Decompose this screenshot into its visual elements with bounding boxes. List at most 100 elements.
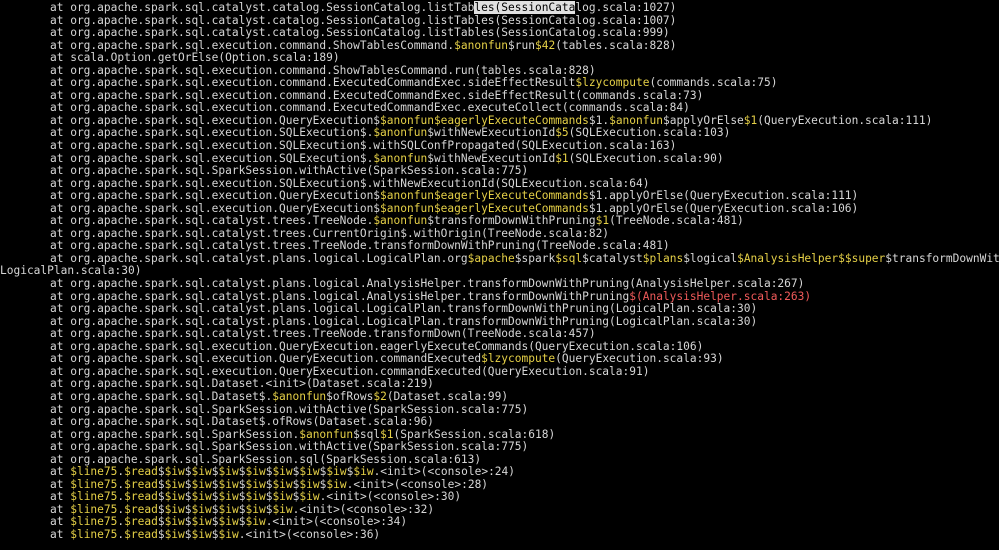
text-segment: at org.apache.spark.sql.execution.SQLExe… — [50, 176, 650, 190]
text-segment: $ — [184, 502, 192, 516]
text-segment: $1.applyOrElse(QueryExecution.scala:106) — [588, 201, 859, 215]
text-segment: $iw — [191, 502, 212, 516]
text-segment: $eagerlyExecuteCommands — [433, 113, 589, 127]
text-segment: at org.apache.spark.sql.catalyst.trees.T… — [50, 214, 374, 228]
text-segment: $iw — [218, 465, 239, 479]
text-segment: .<init>(<console>:24) — [373, 465, 516, 479]
text-segment: $ — [184, 477, 192, 491]
text-segment: $iw — [164, 502, 185, 516]
text-segment: $1. — [588, 113, 610, 127]
text-segment: (SQLExecution.scala:103) — [568, 126, 731, 140]
text-segment: $transformDownWithPruning — [427, 214, 596, 228]
text-segment: at org.apache.spark.sql.execution.QueryE… — [50, 113, 381, 127]
text-segment: $ — [184, 465, 192, 479]
text-segment: at org.apache.spark.sql.catalyst.catalog… — [50, 26, 670, 40]
text-segment: at — [50, 502, 71, 516]
text-segment: (QueryExecution.scala:93) — [555, 352, 724, 366]
text-segment: at org.apache.spark.sql.SparkSession.wit… — [50, 164, 529, 178]
text-segment: $line75 — [70, 527, 118, 541]
text-segment: at org.apache.spark.sql.execution.comman… — [50, 38, 455, 52]
text-segment: $read — [124, 527, 158, 541]
text-segment: $ — [157, 515, 165, 529]
text-segment: $1 — [743, 113, 758, 127]
text-segment: at org.apache.spark.sql.execution.QueryE… — [50, 364, 650, 378]
text-segment: $iw — [191, 477, 212, 491]
text-segment: $iw — [272, 490, 293, 504]
text-segment: $catalyst — [582, 251, 643, 265]
text-segment: $ — [211, 527, 219, 541]
text-segment: $iw — [299, 490, 320, 504]
text-segment: $1 — [380, 427, 394, 441]
text-segment: .<init>(<console>:32) — [292, 502, 435, 516]
text-segment: $anonfun — [373, 214, 428, 228]
text-segment: $iw — [191, 515, 212, 529]
text-segment: $iw — [191, 490, 212, 504]
text-segment: $iw — [245, 490, 266, 504]
text-segment: $line75 — [70, 477, 118, 491]
text-segment: $anonfun — [373, 151, 428, 165]
text-segment: at org.apache.spark.sql.execution.comman… — [50, 101, 690, 115]
text-segment: $AnalysisHelper — [737, 251, 839, 265]
terminal-output[interactable]: at org.apache.spark.sql.catalyst.catalog… — [0, 0, 999, 550]
text-segment: at org.apache.spark.sql.catalyst.catalog… — [50, 13, 677, 27]
text-segment: $read — [124, 477, 158, 491]
text-segment: $line75 — [70, 490, 118, 504]
text-segment: $ — [211, 490, 219, 504]
text-segment: at org.apache.spark.sql.catalyst.trees.C… — [50, 226, 610, 240]
text-segment: .<init>(<console>:34) — [265, 515, 408, 529]
text-segment: at org.apache.spark.sql.execution.comman… — [50, 76, 576, 90]
text-segment: at org.apache.spark.sql.execution.SQLExe… — [50, 139, 677, 153]
text-segment: at org.apache.spark.sql.catalyst.plans.l… — [50, 314, 758, 328]
text-segment: $5 — [555, 126, 569, 140]
text-segment: $anonfun — [272, 389, 327, 403]
text-segment: $iw — [191, 465, 212, 479]
text-segment: $iw — [272, 465, 293, 479]
text-segment: $anonfun — [380, 201, 434, 215]
text-segment: $transformDownWithPruning( — [885, 251, 999, 265]
text-segment: at — [50, 515, 71, 529]
text-segment: $applyOrElse — [662, 113, 744, 127]
text-segment: $iw — [353, 465, 374, 479]
stack-trace-line: at $line75.$read$$iw$$iw$$iw.<init>(<con… — [0, 527, 999, 542]
selected-text: les(SessionCata — [474, 1, 576, 14]
text-segment: $iw — [164, 527, 185, 541]
text-segment: $anonfun — [380, 189, 434, 203]
text-segment: $iw — [164, 477, 185, 491]
text-segment: $iw — [326, 465, 347, 479]
text-segment: $iw — [326, 477, 347, 491]
text-segment: $ — [157, 465, 165, 479]
text-segment: $ — [184, 527, 192, 541]
text-segment: $sql — [555, 251, 583, 265]
text-segment: $lzycompute — [481, 352, 556, 366]
text-segment: $anonfun — [454, 38, 509, 52]
text-segment: $anonfun — [609, 113, 663, 127]
text-segment: at org.apache.spark.sql.catalyst.plans.l… — [50, 277, 805, 291]
text-segment: $read — [124, 502, 158, 516]
text-segment: $ — [157, 527, 165, 541]
text-segment: (tables.scala:828) — [555, 38, 677, 52]
text-segment: at org.apache.spark.sql.Dataset.<init>(D… — [50, 377, 434, 391]
text-segment: $ — [157, 502, 165, 516]
text-segment: at org.apache.spark.sql.SparkSession. — [50, 427, 300, 441]
text-segment: $anonfun — [373, 126, 428, 140]
text-segment: $1 — [595, 214, 610, 228]
text-segment: (TreeNode.scala:481) — [609, 214, 744, 228]
text-segment: at scala.Option.getOrElse(Option.scala:1… — [50, 51, 340, 65]
text-segment: $sql — [353, 427, 381, 441]
text-segment: at org.apache.spark.sql.execution.QueryE… — [50, 189, 381, 203]
text-segment: $anonfun — [299, 427, 354, 441]
text-segment: $iw — [191, 527, 212, 541]
text-segment: at org.apache.spark.sql.SparkSession.sql… — [50, 452, 482, 466]
text-segment: at org.apache.spark.sql.catalyst.catalog… — [50, 1, 475, 14]
text-segment: at org.apache.spark.sql.catalyst.plans.l… — [50, 289, 630, 303]
text-segment: $iw — [272, 502, 293, 516]
text-segment: $apache — [467, 251, 515, 265]
text-segment: .<init>(<console>:30) — [319, 490, 462, 504]
text-segment: $anonfun — [380, 113, 434, 127]
text-segment: at org.apache.spark.sql.execution.QueryE… — [50, 352, 482, 366]
text-segment: $eagerlyExecuteCommands — [433, 201, 589, 215]
text-segment: $iw — [164, 490, 185, 504]
text-segment: $iw — [164, 465, 185, 479]
text-segment: $logical — [683, 251, 738, 265]
text-segment: at org.apache.spark.sql.catalyst.plans.l… — [50, 302, 758, 316]
